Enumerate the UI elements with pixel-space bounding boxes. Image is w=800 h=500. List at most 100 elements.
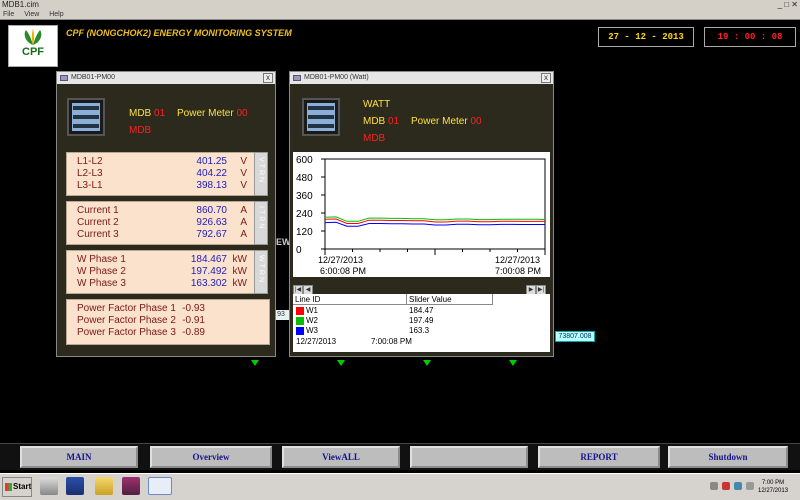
active-window-icon[interactable] [148, 477, 172, 495]
menu-view[interactable]: View [24, 11, 39, 18]
watt-label: WATT [363, 99, 391, 110]
row-label: Current 1 [77, 205, 119, 216]
row-label: Power Factor Phase 3 [77, 327, 176, 338]
row-value: 926.63 [196, 217, 227, 228]
legend-line-name: W1 [306, 306, 318, 315]
row-value: 792.67 [196, 229, 227, 240]
close-icon[interactable]: x [263, 73, 273, 83]
legend-row: W2 197.49 [293, 316, 533, 326]
clock-time: 7:00 PM [761, 480, 785, 486]
row-value: 184.467 [190, 254, 227, 265]
legend-header-lineid: Line ID [293, 294, 407, 305]
start-label: Start [13, 482, 32, 491]
row-value: -0.93 [182, 303, 205, 314]
legend-line-value: 197.49 [409, 316, 434, 325]
row-unit: V [240, 168, 247, 179]
row-label: Current 3 [77, 229, 119, 240]
current-panel: Current 1 860.70 A Current 2 926.63 A Curren… [66, 201, 256, 245]
y-tick-label: 360 [296, 191, 313, 202]
mdb-number: 01 [154, 108, 166, 119]
report-button[interactable]: REPORT [538, 446, 660, 468]
watt-trend-window[interactable]: MDB01-PM00 (Watt) x WATT MDB 01 Power Me… [289, 71, 554, 357]
system-clock[interactable]: 7:00 PM 12/27/2013 [758, 479, 788, 495]
status-arrow-icon [423, 360, 431, 366]
row-unit: V [240, 156, 247, 167]
row-unit: kW [232, 254, 247, 265]
y-tick-label: 240 [296, 209, 313, 220]
watt-window-titlebar[interactable]: MDB01-PM00 (Watt) x [290, 72, 553, 84]
row-unit: kW [232, 266, 247, 277]
y-tick-label: 480 [296, 173, 313, 184]
legend-header-slider: Slider Value [407, 294, 493, 305]
voltage-panel: L1-L2 401.25 V L2-L3 404.22 V L3-L1 398.13 V [66, 152, 256, 196]
row-value: 197.492 [190, 266, 227, 277]
pm-number: 00 [470, 116, 482, 127]
voltage-row: L2-L3 404.22 V [77, 168, 255, 180]
row-label: Power Factor Phase 1 [77, 303, 176, 314]
trend-chart-svg: 600480360240120012/27/20136:00:08 PM12/2… [296, 155, 546, 276]
power-meter-image [302, 98, 340, 136]
windows-flag-icon [5, 483, 12, 491]
row-value: 398.13 [196, 180, 227, 191]
viewall-button[interactable]: ViewALL [282, 446, 400, 468]
start-button[interactable]: Start [2, 477, 32, 497]
current-trend-button[interactable]: ITRN [254, 201, 268, 245]
network-icon[interactable] [710, 482, 718, 490]
monitor-icon[interactable] [746, 482, 754, 490]
power-trend-button[interactable]: WTRN [254, 250, 268, 294]
row-unit: A [240, 229, 247, 240]
power-meter-window[interactable]: MDB01-PM00 x MDB 01 Power Meter 00 MDB L… [56, 71, 276, 357]
current-row: Current 1 860.70 A [77, 205, 255, 217]
time-display: 19 : 00 : 08 [704, 27, 796, 47]
legend-swatch [296, 317, 304, 325]
leaf-icon [24, 29, 42, 45]
legend-footer-time: 7:00:08 PM [371, 337, 412, 346]
main-button[interactable]: MAIN [20, 446, 138, 468]
legend-line-name: W3 [306, 326, 318, 335]
mdb-label: MDB 01 [129, 108, 165, 119]
pm-label: Power Meter 00 [411, 116, 482, 127]
row-label: W Phase 1 [77, 254, 126, 265]
x-start-date: 12/27/2013 [318, 255, 363, 265]
row-value: 404.22 [196, 168, 227, 179]
windows-taskbar: Start 7:00 PM 12/27/2013 [0, 473, 800, 500]
row-label: L1-L2 [77, 156, 103, 167]
power-row: W Phase 1 184.467 kW [77, 254, 255, 266]
row-value: -0.89 [182, 327, 205, 338]
power-meter-image [67, 98, 105, 136]
current-row: Current 3 792.67 A [77, 229, 255, 241]
row-label: Current 2 [77, 217, 119, 228]
legend-line-value: 184.47 [409, 306, 434, 315]
window-controls[interactable]: _ □ ✕ [778, 0, 798, 10]
blank-button[interactable] [410, 446, 528, 468]
pm-text: Power Meter [177, 108, 234, 119]
menu-bar: File View Help [0, 10, 800, 20]
mdb-label-2: MDB [129, 125, 152, 136]
shutdown-button[interactable]: Shutdown [668, 446, 788, 468]
powershell-icon[interactable] [66, 477, 84, 495]
legend-swatch [296, 327, 304, 335]
scada-app-icon[interactable] [122, 477, 140, 495]
power-meter-window-titlebar[interactable]: MDB01-PM00 x [57, 72, 275, 84]
legend-row: W3 163.3 [293, 326, 533, 336]
menu-help[interactable]: Help [49, 11, 63, 18]
power-factor-panel: Power Factor Phase 1 -0.93 Power Factor P… [66, 299, 270, 345]
row-unit: A [240, 217, 247, 228]
explorer-folder-icon[interactable] [95, 477, 113, 495]
power-row: W Phase 3 163.302 kW [77, 278, 255, 290]
menu-file[interactable]: File [3, 11, 14, 18]
pf-row: Power Factor Phase 1 -0.93 [77, 303, 255, 315]
volume-icon[interactable] [734, 482, 742, 490]
background-meter-value: 73807.008 [555, 331, 595, 342]
overview-button[interactable]: Overview [150, 446, 272, 468]
action-center-icon[interactable] [722, 482, 730, 490]
mdb-number: 01 [388, 116, 400, 127]
server-manager-icon[interactable] [40, 477, 58, 495]
row-label: Power Factor Phase 2 [77, 315, 176, 326]
trend-label: VTRN [257, 157, 265, 185]
legend-footer: 12/27/2013 7:00:08 PM [293, 337, 533, 347]
voltage-trend-button[interactable]: VTRN [254, 152, 268, 196]
row-value: 860.70 [196, 205, 227, 216]
row-label: L3-L1 [77, 180, 103, 191]
close-icon[interactable]: x [541, 73, 551, 83]
